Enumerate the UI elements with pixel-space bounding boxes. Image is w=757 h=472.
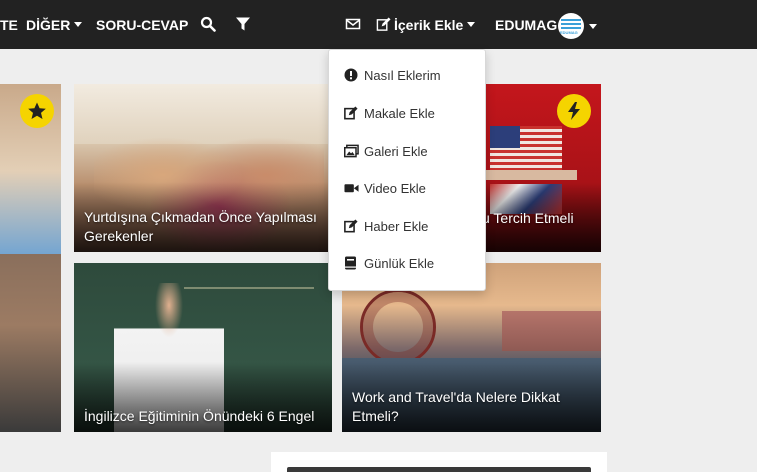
card-title: Work and Travel'da Nelere Dikkat Etmeli? [352, 389, 560, 424]
dropdown-item-label: Nasıl Eklerim [364, 67, 441, 83]
dropdown-item-label: Galeri Ekle [364, 143, 428, 159]
images-icon [344, 144, 359, 158]
exclamation-circle-icon [344, 68, 358, 82]
sidebar-widget [271, 452, 607, 472]
nav-item-more-label: DİĞER [26, 17, 71, 33]
edit-icon [344, 219, 358, 233]
edit-icon [344, 106, 358, 120]
book-icon [344, 256, 358, 270]
dropdown-item-label: Günlük Ekle [364, 255, 435, 271]
card-image-flag [490, 126, 562, 170]
video-camera-icon [344, 181, 359, 195]
nav-item-partial[interactable]: TE [0, 16, 18, 34]
add-content-dropdown: Nasıl Eklerim Makale Ekle Galeri Ekle Vi… [328, 49, 486, 291]
dropdown-item-add-diary[interactable]: Günlük Ekle [329, 248, 487, 278]
add-content-label: İçerik Ekle [394, 17, 464, 33]
card-title: İngilizce Eğitiminin Önündeki 6 Engel [84, 408, 315, 424]
card-image [0, 254, 61, 432]
chevron-down-icon[interactable] [589, 24, 597, 29]
user-menu-label[interactable]: EDUMAG [495, 16, 557, 34]
add-content-menu[interactable]: İçerik Ekle [376, 16, 476, 34]
dropdown-item-add-article[interactable]: Makale Ekle [329, 98, 487, 128]
dropdown-item-label: Makale Ekle [364, 105, 435, 121]
card-image-ledge [482, 170, 577, 180]
chevron-down-icon [74, 21, 83, 27]
filter-icon[interactable] [235, 16, 251, 32]
envelope-icon[interactable] [345, 16, 361, 32]
card-hero-partial[interactable] [0, 84, 61, 432]
card-article[interactable]: Yurtdışına Çıkmadan Önce Yapılması Gerek… [74, 84, 332, 252]
widget-header-bar [287, 467, 591, 472]
search-icon[interactable] [200, 16, 216, 32]
nav-item-qa[interactable]: SORU-CEVAP [96, 16, 188, 34]
avatar-logo-text: EDUMAG [560, 30, 578, 35]
dropdown-item-label: Video Ekle [364, 180, 426, 196]
dropdown-item-add-news[interactable]: Haber Ekle [329, 211, 487, 241]
card-article[interactable]: İngilizce Eğitiminin Önündeki 6 Engel [74, 263, 332, 432]
chevron-down-icon [467, 21, 476, 27]
dropdown-item-how-to-add[interactable]: Nasıl Eklerim [329, 60, 487, 90]
nav-item-more[interactable]: DİĞER [26, 16, 83, 34]
star-icon [20, 94, 54, 128]
card-title: u Tercih Etmeli [482, 210, 574, 226]
dropdown-item-add-gallery[interactable]: Galeri Ekle [329, 136, 487, 166]
dropdown-item-add-video[interactable]: Video Ekle [329, 173, 487, 203]
card-image-ferris-wheel [360, 289, 436, 365]
top-navbar: TE DİĞER SORU-CEVAP İçerik Ekle EDUMAG E… [0, 0, 757, 49]
card-image-buildings [502, 311, 601, 351]
avatar[interactable]: EDUMAG [558, 13, 584, 39]
dropdown-item-label: Haber Ekle [364, 218, 429, 234]
edit-icon [376, 17, 391, 32]
bolt-icon [557, 94, 591, 128]
card-title: Yurtdışına Çıkmadan Önce Yapılması Gerek… [84, 209, 317, 244]
